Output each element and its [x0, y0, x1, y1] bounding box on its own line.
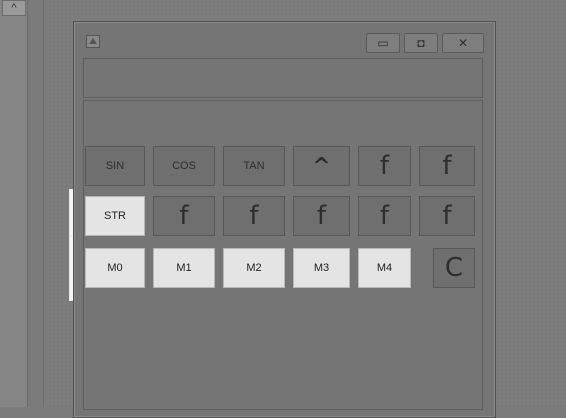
key-label: f	[442, 201, 452, 231]
key-label: C	[444, 253, 464, 283]
key-f[interactable]: f	[223, 196, 285, 236]
key-f[interactable]: f	[419, 196, 475, 236]
key-sin[interactable]: SIN	[85, 146, 145, 186]
close-button[interactable]: ✕	[442, 33, 484, 53]
key-f[interactable]: f	[419, 146, 475, 186]
display-field[interactable]	[83, 58, 483, 98]
maximize-icon: ◘	[417, 36, 425, 50]
key-power[interactable]: ^	[293, 146, 350, 186]
editor-gutter: ^	[0, 0, 28, 407]
key-label: M3	[313, 262, 330, 274]
window-titlebar: ▭ ◘ ✕	[73, 21, 494, 55]
minimize-icon: ▭	[377, 36, 389, 50]
close-icon: ✕	[457, 36, 469, 50]
key-label: STR	[104, 210, 126, 222]
key-label: M0	[107, 262, 123, 274]
key-label: f	[442, 151, 452, 181]
key-f[interactable]: f	[358, 146, 411, 186]
key-tan[interactable]: TAN	[223, 146, 285, 186]
key-str[interactable]: STR	[85, 196, 145, 236]
key-f[interactable]: f	[293, 196, 350, 236]
key-m0[interactable]: M0	[85, 248, 145, 288]
key-label: f	[179, 201, 189, 231]
key-label: ^	[312, 153, 331, 179]
key-clear[interactable]: C	[433, 248, 475, 288]
maximize-button[interactable]: ◘	[404, 33, 438, 53]
chevron-up-icon: ^	[11, 2, 17, 14]
key-label: M2	[246, 262, 262, 274]
scroll-up-button[interactable]: ^	[2, 0, 26, 16]
key-label: TAN	[243, 160, 265, 172]
app-calculator-icon	[86, 35, 100, 48]
key-label: M4	[376, 262, 393, 274]
minimize-button[interactable]: ▭	[366, 33, 400, 53]
key-label: f	[379, 151, 390, 181]
key-m2[interactable]: M2	[223, 248, 285, 288]
key-cos[interactable]: COS	[153, 146, 215, 186]
key-label: f	[379, 201, 390, 231]
key-f[interactable]: f	[153, 196, 215, 236]
key-m1[interactable]: M1	[153, 248, 215, 288]
key-label: M1	[176, 262, 192, 274]
key-label: COS	[172, 160, 196, 172]
key-label: f	[316, 201, 327, 231]
key-m3[interactable]: M3	[293, 248, 350, 288]
key-label: f	[249, 201, 259, 231]
key-m4[interactable]: M4	[358, 248, 411, 288]
divider	[43, 0, 44, 407]
key-f[interactable]: f	[358, 196, 411, 236]
key-label: SIN	[105, 160, 125, 172]
